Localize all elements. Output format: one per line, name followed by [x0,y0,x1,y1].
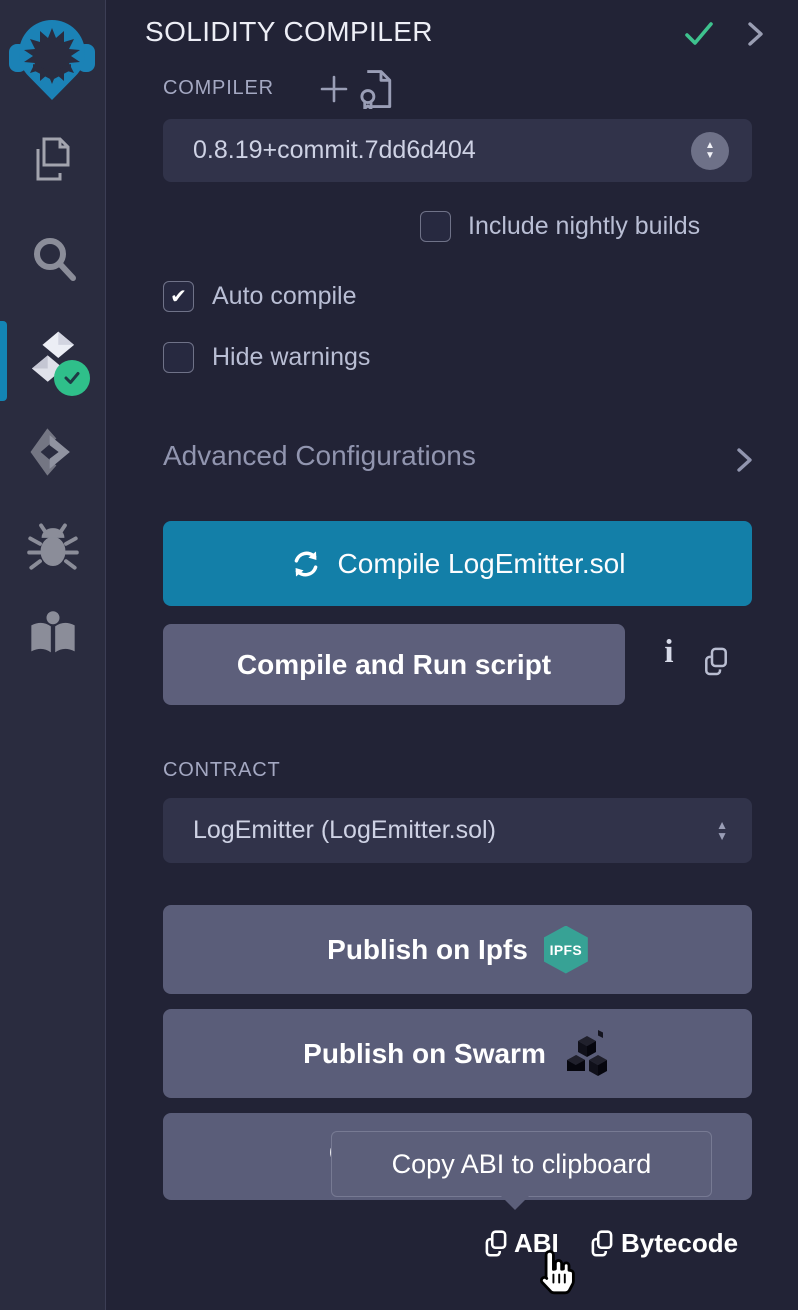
compile-and-run-button[interactable]: Compile and Run script [163,624,625,705]
compile-success-check-icon [682,18,716,55]
cursor-pointer-icon [534,1247,576,1302]
caret-down-icon: ▼ [705,151,715,161]
copy-abi-icon[interactable] [483,1229,509,1264]
include-nightly-checkbox[interactable]: ✔ [420,211,451,242]
refresh-icon [290,548,322,580]
compile-button[interactable]: Compile LogEmitter.sol [163,521,752,606]
sidebar-item-deploy-run[interactable] [26,424,80,485]
copy-script-icon[interactable] [702,646,730,683]
compile-success-badge [54,360,90,396]
icon-panel-sidebar [0,0,106,1310]
compiler-section-label: COMPILER [163,77,274,100]
contract-select-carets-icon: ▲ ▼ [716,820,728,842]
publish-ipfs-button[interactable]: Publish on Ipfs IPFS [163,905,752,994]
copy-abi-tooltip: Copy ABI to clipboard [331,1131,712,1197]
hide-warnings-label[interactable]: Hide warnings [212,343,370,372]
swarm-logo-icon [562,1028,612,1080]
caret-down-icon: ▼ [716,831,728,842]
publish-ipfs-label: Publish on Ipfs [327,934,528,966]
remix-logo [5,6,99,102]
sidebar-item-search[interactable] [28,232,80,291]
sidebar-item-file-explorer[interactable] [28,133,80,192]
compile-button-label: Compile LogEmitter.sol [338,548,626,580]
sidebar-item-learneth[interactable] [27,607,79,666]
contract-section-label: CONTRACT [163,759,281,782]
compiler-license-icon[interactable] [358,69,394,114]
advanced-configurations-toggle[interactable]: Advanced Configurations [163,440,476,472]
compiler-version-value: 0.8.19+commit.7dd6d404 [163,136,476,165]
tooltip-text: Copy ABI to clipboard [392,1149,652,1180]
contract-select-value: LogEmitter (LogEmitter.sol) [163,816,496,845]
publish-swarm-label: Publish on Swarm [303,1038,546,1070]
remix-solidity-compiler-panel: SOLIDITY COMPILER COMPILER 0.8.19+commit… [0,0,798,1310]
ipfs-logo-icon: IPFS [544,926,588,974]
checkmark-icon: ✔ [170,284,187,309]
auto-compile-checkbox[interactable]: ✔ [163,281,194,312]
hide-warnings-checkbox[interactable]: ✔ [163,342,194,373]
sidebar-item-solidity-compiler[interactable] [24,328,82,388]
auto-compile-label[interactable]: Auto compile [212,282,357,311]
collapse-panel-chevron-icon[interactable] [740,19,770,54]
copy-bytecode-link[interactable]: Bytecode [621,1228,738,1259]
info-icon[interactable]: i [657,634,681,671]
copy-bytecode-icon[interactable] [589,1229,615,1264]
tooltip-arrow [500,1195,530,1210]
advanced-config-chevron-icon[interactable] [729,444,759,481]
sidebar-item-debugger[interactable] [27,519,79,578]
compiler-version-select[interactable]: 0.8.19+commit.7dd6d404 ▲ ▼ [163,119,752,182]
compile-and-run-label: Compile and Run script [237,649,551,681]
page-title: SOLIDITY COMPILER [145,16,433,48]
publish-swarm-button[interactable]: Publish on Swarm [163,1009,752,1098]
version-select-toggle-icon[interactable]: ▲ ▼ [691,132,729,170]
include-nightly-label[interactable]: Include nightly builds [468,212,700,241]
active-plugin-indicator [0,321,7,401]
add-compiler-icon[interactable] [317,72,351,111]
contract-select[interactable]: LogEmitter (LogEmitter.sol) ▲ ▼ [163,798,752,863]
